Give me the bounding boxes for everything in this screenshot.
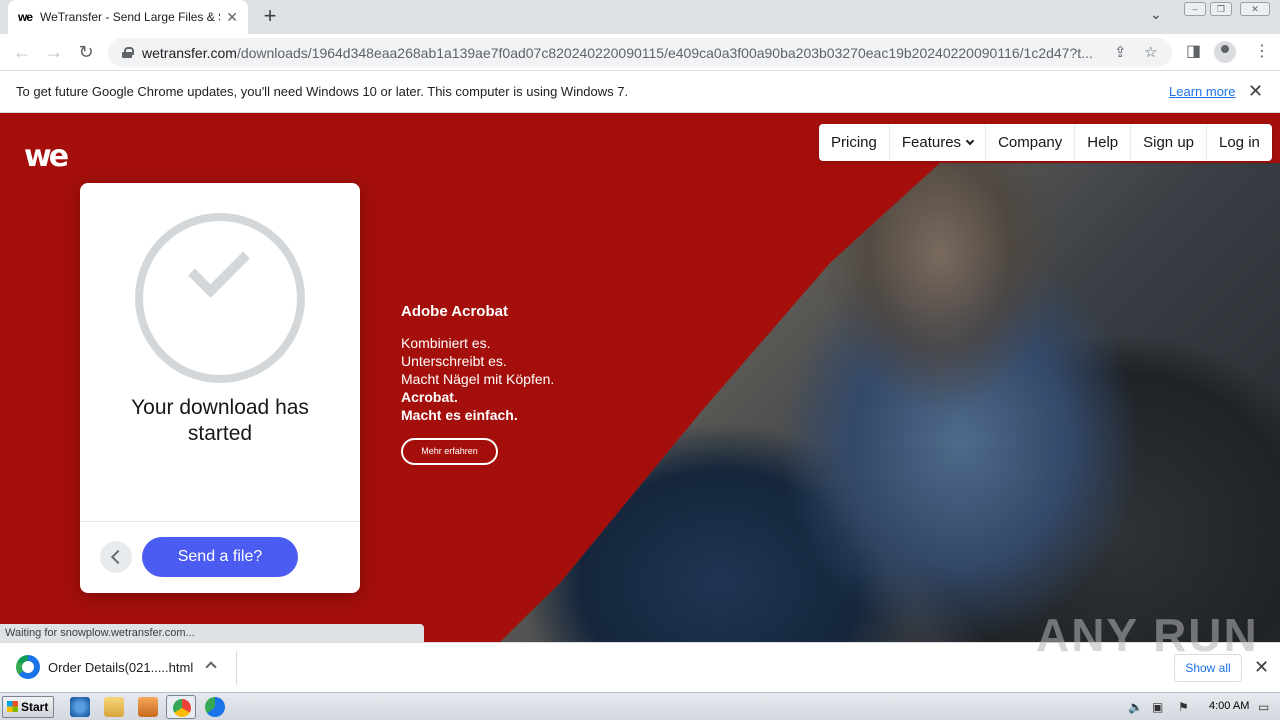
- wetransfer-page: we Pricing Features Company Help Sign up…: [0, 113, 1280, 642]
- tab-title: WeTransfer - Send Large Files & Sha: [40, 10, 221, 24]
- checkmark-circle-icon: [135, 213, 305, 383]
- ad-brand: Adobe Acrobat: [401, 303, 508, 320]
- nav-help[interactable]: Help: [1075, 124, 1132, 161]
- bookmark-star-icon[interactable]: ☆: [1144, 43, 1157, 61]
- edge-icon[interactable]: [205, 697, 225, 717]
- nav-features[interactable]: Features: [890, 124, 987, 161]
- infobar-message: To get future Google Chrome updates, you…: [16, 84, 629, 99]
- chrome-icon: [173, 699, 191, 717]
- chevron-down-icon: [965, 136, 975, 146]
- wetransfer-logo[interactable]: we: [24, 139, 69, 174]
- tab-close-icon[interactable]: ✕: [226, 9, 238, 26]
- volume-icon[interactable]: 🔈: [1128, 700, 1143, 714]
- nav-log-in[interactable]: Log in: [1207, 124, 1272, 161]
- url-path: /downloads/1964d348eaa268ab1a139ae7f0ad0…: [236, 44, 1093, 61]
- update-infobar: To get future Google Chrome updates, you…: [0, 71, 1280, 113]
- profile-avatar-icon[interactable]: [1214, 41, 1236, 63]
- clock[interactable]: 4:00 AM: [1209, 700, 1249, 712]
- download-filename[interactable]: Order Details(021.....html: [48, 660, 193, 675]
- status-bubble: Waiting for snowplow.wetransfer.com...: [0, 624, 424, 642]
- ad-line: Macht Nägel mit Köpfen.: [401, 371, 555, 387]
- tab-strip: we WeTransfer - Send Large Files & Sha ✕…: [0, 0, 1280, 34]
- infobar-close-icon[interactable]: ✕: [1248, 81, 1263, 102]
- top-navigation: Pricing Features Company Help Sign up Lo…: [819, 124, 1272, 161]
- nav-company[interactable]: Company: [986, 124, 1076, 161]
- side-panel-icon[interactable]: ◨: [1186, 41, 1201, 61]
- nav-features-label: Features: [901, 134, 962, 151]
- send-a-file-button[interactable]: Send a file?: [142, 537, 298, 577]
- file-explorer-icon[interactable]: [104, 697, 124, 717]
- download-card: Your download has started Send a file?: [80, 183, 360, 593]
- window-close-button[interactable]: ✕: [1240, 2, 1270, 16]
- minimize-button[interactable]: –: [1184, 2, 1206, 16]
- chevron-up-icon[interactable]: [205, 661, 217, 673]
- back-arrow-button[interactable]: [100, 541, 132, 573]
- media-player-icon[interactable]: [138, 697, 158, 717]
- windows-taskbar: Start 🔈 ▣ ⚑ 4:00 AM ▭: [0, 692, 1280, 720]
- nav-pricing[interactable]: Pricing: [819, 124, 890, 161]
- internet-explorer-icon[interactable]: [70, 697, 90, 717]
- ad-learn-more-button[interactable]: Mehr erfahren: [401, 438, 498, 465]
- start-button[interactable]: Start: [2, 696, 54, 718]
- tab-wetransfer[interactable]: we WeTransfer - Send Large Files & Sha ✕: [8, 0, 248, 34]
- edge-file-icon[interactable]: [16, 655, 40, 679]
- ad-line-bold: Acrobat.: [401, 389, 458, 405]
- nav-sign-up[interactable]: Sign up: [1131, 124, 1207, 161]
- adobe-acrobat-ad[interactable]: Adobe Acrobat Kombiniert es. Unterschrei…: [401, 303, 554, 465]
- reload-button[interactable]: ↻: [74, 40, 98, 64]
- action-center-flag-icon[interactable]: ⚑: [1178, 700, 1189, 714]
- show-desktop-icon[interactable]: ▭: [1258, 700, 1269, 714]
- wetransfer-favicon-icon: we: [18, 10, 33, 24]
- chrome-taskbar-button[interactable]: [166, 695, 196, 719]
- new-tab-button[interactable]: +: [258, 4, 282, 28]
- share-icon[interactable]: ⇪: [1114, 43, 1127, 61]
- ad-line-bold: Macht es einfach.: [401, 407, 518, 423]
- back-button[interactable]: ←: [10, 40, 34, 64]
- anyrun-watermark: ANY RUN: [1036, 609, 1259, 661]
- ad-line: Unterschreibt es.: [401, 353, 507, 369]
- card-divider: [80, 521, 360, 522]
- network-icon[interactable]: ▣: [1152, 700, 1163, 714]
- url-text[interactable]: wetransfer.com/downloads/1964d348eaa268a…: [142, 45, 1102, 61]
- checkmark-icon: [187, 235, 251, 299]
- forward-button[interactable]: →: [42, 40, 66, 64]
- url-host: wetransfer.com: [142, 44, 237, 61]
- menu-kebab-icon[interactable]: ⋮: [1254, 41, 1270, 61]
- download-started-heading: Your download has started: [131, 396, 309, 445]
- lock-icon[interactable]: [122, 47, 134, 58]
- browser-toolbar: ← → ↻ wetransfer.com/downloads/1964d348e…: [0, 34, 1280, 71]
- ad-line: Kombiniert es.: [401, 335, 491, 351]
- tab-search-chevron-icon[interactable]: ⌄: [1150, 6, 1162, 23]
- address-bar[interactable]: wetransfer.com/downloads/1964d348eaa268a…: [108, 38, 1172, 67]
- restore-button[interactable]: ❐: [1210, 2, 1232, 16]
- learn-more-link[interactable]: Learn more: [1169, 84, 1235, 99]
- divider: [236, 651, 237, 685]
